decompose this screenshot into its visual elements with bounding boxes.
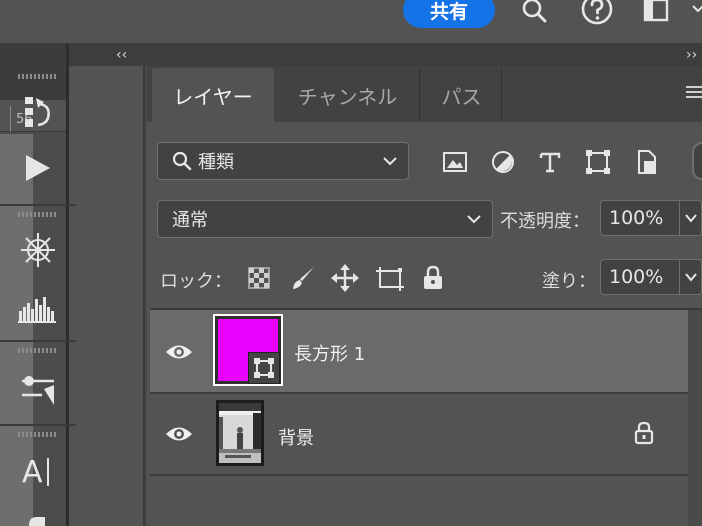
search-icon: [172, 151, 192, 171]
tab-layers[interactable]: レイヤー: [152, 68, 274, 122]
tools-column: [69, 66, 145, 526]
share-button[interactable]: 共有: [403, 0, 495, 28]
ruler-tick: [10, 106, 11, 132]
svg-text:A: A: [22, 455, 43, 488]
compass-icon[interactable]: [16, 230, 60, 270]
history-brush-icon[interactable]: [16, 92, 60, 132]
blend-mode-value: 通常: [172, 210, 208, 231]
layer-name[interactable]: 背景: [278, 424, 314, 450]
adjustment-filter-icon[interactable]: [488, 148, 518, 176]
image-filter-icon[interactable]: [440, 148, 470, 176]
opacity-input[interactable]: 100%: [600, 200, 680, 236]
smart-object-filter-icon[interactable]: [632, 148, 662, 176]
fill-label: 塗り：: [542, 271, 596, 292]
layer-filter-label: 種類: [198, 152, 234, 173]
tab-paths[interactable]: パス: [422, 68, 502, 122]
collapse-right-button[interactable]: ››: [686, 44, 697, 66]
chevron-down-icon: [684, 214, 697, 223]
opacity-dropdown-button[interactable]: [680, 200, 702, 236]
tool-separator: [0, 204, 76, 206]
play-icon[interactable]: [16, 148, 60, 188]
filter-toggle[interactable]: [692, 142, 702, 180]
tool-group-grip[interactable]: [18, 212, 58, 217]
lock-position-icon[interactable]: [330, 264, 360, 292]
tool-separator: [0, 424, 76, 426]
histogram-icon[interactable]: [16, 288, 60, 328]
search-icon[interactable]: [517, 0, 551, 28]
tool-group-grip[interactable]: [18, 74, 58, 79]
layers-scrollbar[interactable]: [688, 310, 702, 526]
lock-artboard-icon[interactable]: [375, 264, 405, 292]
shape-layer-badge-icon: [248, 352, 280, 384]
fill-input[interactable]: 100%: [600, 259, 680, 295]
fill-dropdown-button[interactable]: [680, 259, 702, 295]
lock-all-icon[interactable]: [418, 264, 448, 292]
type-tool-icon[interactable]: A: [16, 450, 60, 490]
lock-transparent-icon[interactable]: [244, 264, 274, 292]
chevron-down-icon: [467, 215, 481, 224]
opacity-label: 不透明度：: [500, 211, 590, 232]
blend-mode-select[interactable]: 通常: [157, 200, 493, 238]
panel-header-strip: [69, 44, 702, 66]
layer-name[interactable]: 長方形 1: [294, 340, 365, 366]
chevron-down-icon: [383, 157, 397, 166]
workspace-icon[interactable]: [640, 0, 674, 28]
tab-channels[interactable]: チャンネル: [276, 68, 420, 122]
workspace-chevron-icon[interactable]: [690, 0, 702, 22]
lock-label: ロック：: [160, 271, 232, 292]
tool-separator: [0, 340, 76, 342]
shape-filter-icon[interactable]: [583, 148, 613, 176]
lock-pixels-icon[interactable]: [288, 264, 318, 292]
tool-group-grip[interactable]: [18, 432, 58, 437]
background-photo-image: [219, 403, 261, 463]
type-filter-icon[interactable]: [535, 148, 565, 176]
tool-group-grip[interactable]: [18, 348, 58, 353]
help-icon[interactable]: [580, 0, 614, 28]
chevron-down-icon: [684, 273, 697, 282]
lock-icon[interactable]: [634, 421, 654, 449]
layer-thumbnail-photo[interactable]: [216, 400, 264, 466]
collapse-left-button[interactable]: ‹‹: [116, 44, 127, 66]
adjust-sliders-icon[interactable]: [16, 368, 60, 408]
eye-icon[interactable]: [162, 422, 196, 446]
panel-menu-icon[interactable]: [684, 82, 702, 102]
layer-filter-select[interactable]: 種類: [157, 142, 409, 180]
more-tools-icon[interactable]: [16, 500, 60, 526]
eye-icon[interactable]: [162, 340, 196, 364]
layer-divider: [150, 474, 688, 476]
